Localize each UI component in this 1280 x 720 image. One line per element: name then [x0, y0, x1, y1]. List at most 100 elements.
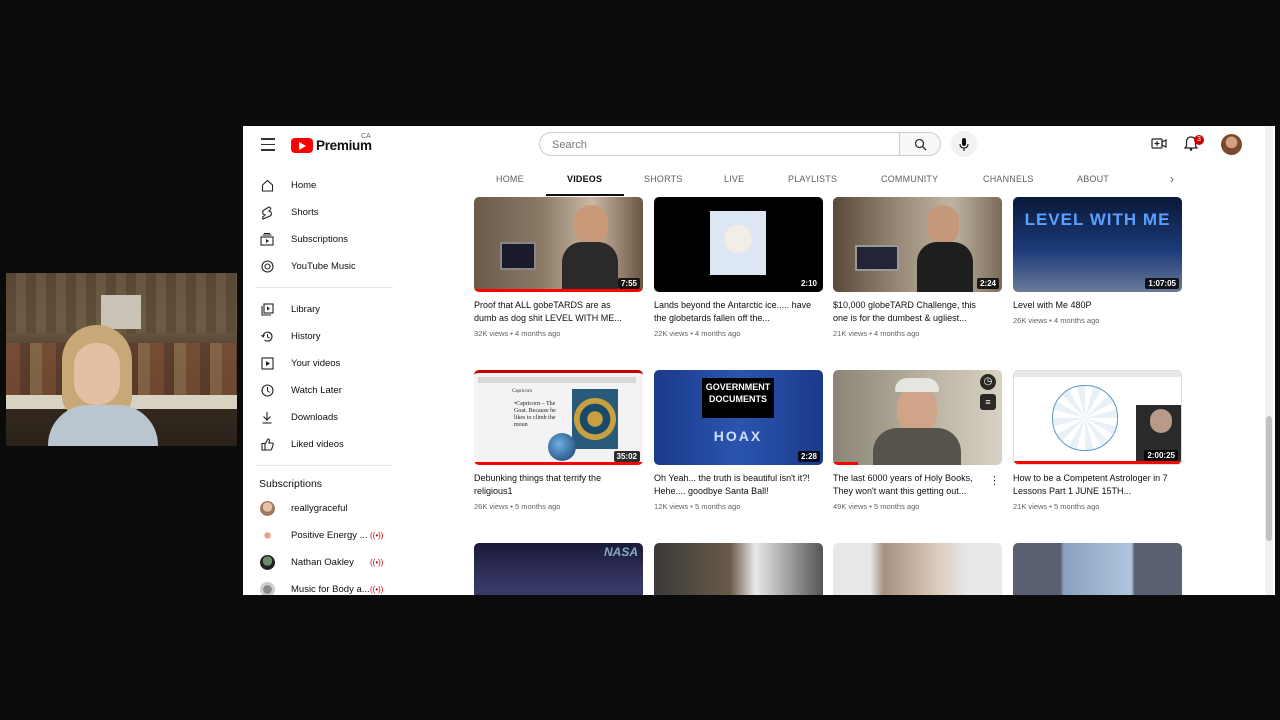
sidebar-item-label: Library [291, 304, 321, 315]
tab-about[interactable]: ABOUT [1077, 174, 1109, 184]
youtube-logo[interactable]: Premium CA [291, 133, 372, 153]
subscription-item[interactable]: Music for Body a... ((•)) [243, 576, 395, 595]
chevron-right-icon[interactable]: › [1170, 172, 1174, 186]
subscription-item[interactable]: reallygraceful [243, 495, 395, 522]
tab-home[interactable]: HOME [496, 174, 524, 184]
video-title[interactable]: Level with Me 480P [1013, 299, 1173, 312]
video-card[interactable]: LEVEL WITH ME 1:07:05 Level with Me 480P… [1013, 197, 1182, 325]
webcam-overlay [6, 273, 237, 446]
video-card[interactable]: 2:00:25 How to be a Competent Astrologer… [1013, 370, 1182, 511]
video-title[interactable]: $10,000 globeTARD Challenge, this one is… [833, 299, 993, 325]
tab-videos[interactable]: VIDEOS [567, 174, 602, 184]
microphone-icon [959, 137, 969, 151]
video-card[interactable]: 2:10 Lands beyond the Antarctic ice.....… [654, 197, 823, 338]
video-title[interactable]: Oh Yeah... the truth is beautiful isn't … [654, 472, 814, 498]
video-card[interactable] [654, 543, 823, 595]
youtube-window: Premium CA 3 Home Shorts [243, 126, 1275, 595]
upload-age: 5 months ago [873, 502, 920, 511]
video-card[interactable]: 2:24 $10,000 globeTARD Challenge, this o… [833, 197, 1002, 338]
sidebar-item-shorts[interactable]: Shorts [243, 199, 395, 226]
upload-age: 4 months ago [694, 329, 741, 338]
sidebar-divider [255, 287, 393, 288]
sidebar-item-liked-videos[interactable]: Liked videos [243, 431, 395, 458]
earth-image [548, 433, 576, 461]
view-count: 21K views [1013, 502, 1048, 511]
subscription-item[interactable]: Positive Energy ... ((•)) [243, 522, 395, 549]
video-duration: 2:00:25 [1144, 450, 1178, 461]
video-card[interactable] [1013, 543, 1182, 595]
search-input[interactable] [550, 134, 884, 156]
upload-age: 5 months ago [1053, 502, 1100, 511]
page-scrollbar[interactable] [1265, 126, 1273, 595]
add-to-queue-icon[interactable]: ≡ [980, 394, 996, 410]
upload-age: 5 months ago [514, 502, 561, 511]
video-card[interactable] [833, 543, 1002, 595]
video-card[interactable]: ◷ ≡ The last 6000 years of Holy Books, T… [833, 370, 1002, 511]
live-icon: ((•)) [370, 585, 384, 594]
video-thumbnail[interactable]: ◷ ≡ [833, 370, 1002, 465]
your-videos-icon [260, 357, 274, 371]
subscription-name: Music for Body a... [291, 584, 370, 595]
view-count: 21K views [833, 329, 868, 338]
person-head-shape [897, 386, 937, 434]
person-body-shape [917, 242, 973, 292]
video-thumbnail[interactable]: 2:00:25 [1013, 370, 1182, 465]
video-thumbnail[interactable] [833, 543, 1002, 595]
tab-channels[interactable]: CHANNELS [983, 174, 1034, 184]
voice-search-button[interactable] [951, 131, 977, 157]
video-title[interactable]: The last 6000 years of Holy Books, They … [833, 472, 993, 498]
search-button[interactable] [899, 132, 941, 156]
video-thumbnail[interactable]: LEVEL WITH ME 1:07:05 [1013, 197, 1182, 292]
create-button[interactable] [1151, 136, 1167, 155]
sidebar-item-downloads[interactable]: Downloads [243, 404, 395, 431]
video-meta: 21K views • 5 months ago [1013, 502, 1100, 511]
sidebar-item-history[interactable]: History [243, 323, 395, 350]
hamburger-menu-icon[interactable] [261, 138, 275, 151]
upload-age: 4 months ago [514, 329, 561, 338]
watch-later-icon[interactable]: ◷ [980, 374, 996, 390]
video-title[interactable]: Debunking things that terrify the religi… [474, 472, 634, 498]
video-thumbnail[interactable]: Capricorn •Capricorn – The Goat. Because… [474, 370, 643, 465]
tab-shorts[interactable]: SHORTS [644, 174, 683, 184]
video-title[interactable]: Lands beyond the Antarctic ice..... have… [654, 299, 814, 325]
app-toolbar-shape [478, 377, 636, 383]
sidebar-item-label: Downloads [291, 412, 338, 423]
sidebar-item-label: YouTube Music [291, 261, 356, 272]
video-grid: 7:55 Proof that ALL gobeTARDS are as dum… [474, 197, 1194, 595]
more-options-icon[interactable]: ⋮ [989, 474, 1000, 487]
video-card[interactable]: Capricorn •Capricorn – The Goat. Because… [474, 370, 643, 511]
sidebar-item-label: Your videos [291, 358, 341, 369]
sidebar-item-home[interactable]: Home [243, 172, 395, 199]
video-thumbnail[interactable]: NASA [474, 543, 643, 595]
account-avatar[interactable] [1221, 134, 1242, 155]
video-thumbnail[interactable]: 2:10 [654, 197, 823, 292]
sidebar-item-your-videos[interactable]: Your videos [243, 350, 395, 377]
video-thumbnail[interactable] [1013, 543, 1182, 595]
video-camera-plus-icon [1151, 138, 1167, 149]
video-card[interactable]: NASA [474, 543, 643, 595]
sidebar-item-subscriptions[interactable]: Subscriptions [243, 226, 395, 253]
watch-progress-bar [833, 462, 859, 465]
tab-live[interactable]: LIVE [724, 174, 744, 184]
sidebar-item-youtube-music[interactable]: YouTube Music [243, 253, 395, 280]
sidebar-item-watch-later[interactable]: Watch Later [243, 377, 395, 404]
video-thumbnail[interactable]: 2:24 [833, 197, 1002, 292]
video-thumbnail[interactable]: 7:55 [474, 197, 643, 292]
subscription-item[interactable]: Nathan Oakley ((•)) [243, 549, 395, 576]
video-thumbnail[interactable] [654, 543, 823, 595]
video-title[interactable]: Proof that ALL gobeTARDS are as dumb as … [474, 299, 634, 325]
scrollbar-thumb[interactable] [1266, 416, 1272, 541]
tab-playlists[interactable]: PLAYLISTS [788, 174, 837, 184]
top-bar: Premium CA 3 [243, 126, 1275, 164]
video-duration: 2:28 [797, 451, 820, 462]
video-card[interactable]: 7:55 Proof that ALL gobeTARDS are as dum… [474, 197, 643, 338]
thumbnail-text-hoax: HOAX [713, 428, 763, 444]
tab-community[interactable]: COMMUNITY [881, 174, 938, 184]
clock-icon [260, 384, 274, 398]
laptop-shape [855, 245, 899, 271]
video-thumbnail[interactable]: GOVERNMENT DOCUMENTS HOAX 2:28 [654, 370, 823, 465]
video-card[interactable]: GOVERNMENT DOCUMENTS HOAX 2:28 Oh Yeah..… [654, 370, 823, 511]
person-head-shape [724, 225, 752, 253]
video-title[interactable]: How to be a Competent Astrologer in 7 Le… [1013, 472, 1173, 498]
sidebar-item-library[interactable]: Library [243, 296, 395, 323]
